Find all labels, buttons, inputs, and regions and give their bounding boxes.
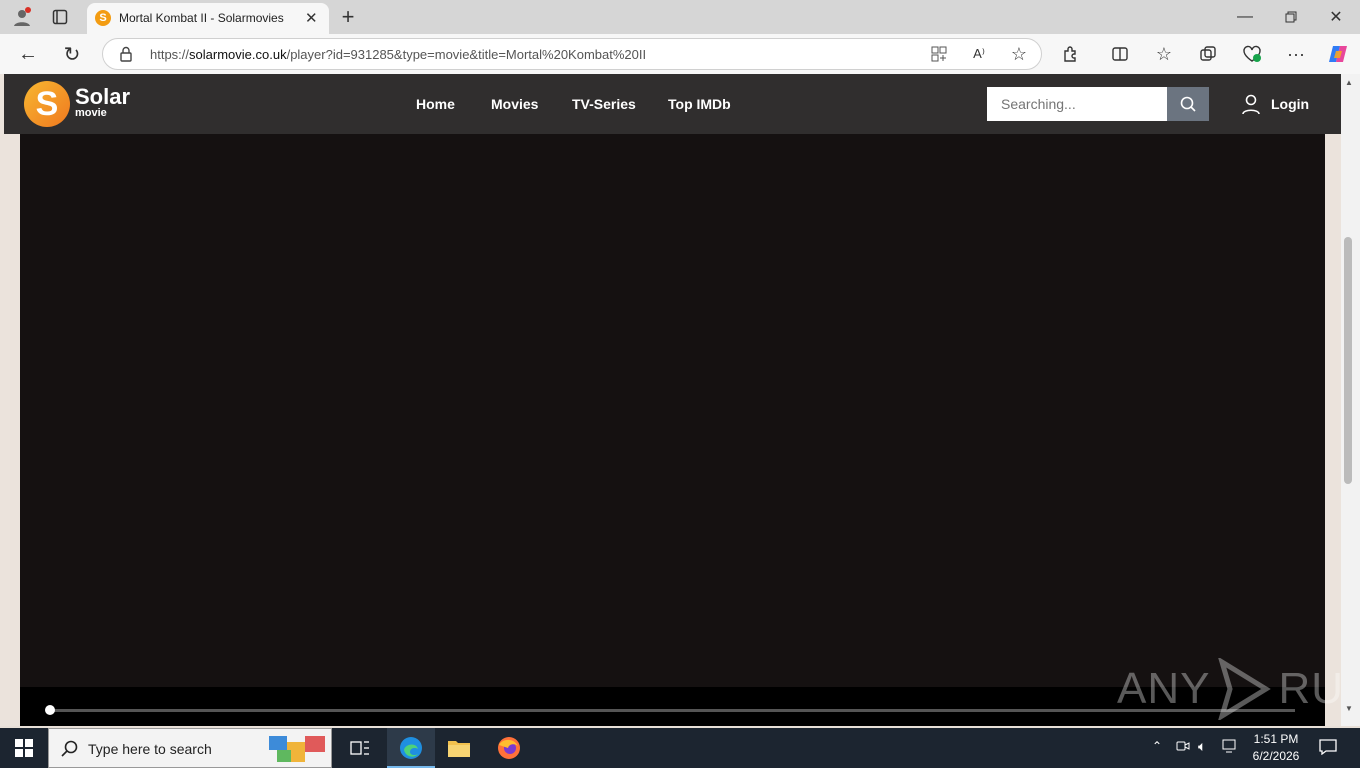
app-available-icon[interactable]: [925, 40, 953, 68]
nav-top-imdb-link[interactable]: Top IMDb: [668, 96, 731, 112]
user-icon: [1242, 94, 1260, 115]
address-bar[interactable]: https://solarmovie.co.uk/player?id=93128…: [102, 38, 1042, 70]
clock-time: 1:51 PM: [1253, 732, 1299, 746]
logo-name[interactable]: Solar: [75, 86, 130, 108]
browser-essentials-icon[interactable]: [1238, 40, 1266, 68]
search-icon: [1180, 96, 1196, 112]
anyrun-watermark: ANY RUN: [1117, 657, 1341, 721]
volume-icon[interactable]: 🔈︎: [1198, 738, 1206, 755]
windows-taskbar: Type here to search ⌃ 🔈︎ 1:51 PM 6/2/202…: [0, 728, 1360, 768]
site-search-button[interactable]: [1167, 87, 1209, 121]
favorites-icon[interactable]: ☆: [1150, 40, 1178, 68]
logo-subtitle: movie: [75, 107, 107, 119]
restore-icon[interactable]: [1277, 3, 1305, 31]
back-icon[interactable]: ←: [14, 40, 42, 68]
page-scrollbar[interactable]: ▲ ▼: [1341, 74, 1360, 726]
clock-date: 6/2/2026: [1252, 749, 1300, 763]
taskbar-edge-button[interactable]: [387, 728, 435, 768]
browser-toolbar: ← ↻ https://solarmovie.co.uk/player?id=9…: [0, 34, 1360, 74]
new-tab-icon[interactable]: +: [334, 3, 362, 31]
site-header: S Solar movie Home Movies TV-Series Top …: [4, 74, 1341, 134]
tab-actions-icon[interactable]: [46, 3, 74, 31]
taskbar-search-box[interactable]: Type here to search: [48, 728, 332, 768]
progress-knob[interactable]: [45, 705, 55, 715]
tab-title: Mortal Kombat II - Solarmovies: [119, 11, 284, 25]
close-window-icon[interactable]: ✕: [1322, 3, 1350, 31]
more-menu-icon[interactable]: ···: [1282, 40, 1310, 68]
scroll-down-icon[interactable]: ▼: [1345, 704, 1353, 713]
windows-start-icon[interactable]: [10, 734, 38, 762]
network-icon[interactable]: [1222, 739, 1238, 756]
logo-letter: S: [35, 85, 59, 123]
site-logo-badge[interactable]: S: [24, 81, 70, 127]
lock-icon[interactable]: [119, 46, 133, 62]
favorite-star-icon[interactable]: ☆: [1005, 40, 1033, 68]
taskbar-search-placeholder: Type here to search: [88, 741, 212, 757]
notifications-icon[interactable]: [1319, 739, 1337, 758]
puzzle-highlight-icon: [269, 736, 325, 762]
read-aloud-icon[interactable]: A⁾: [965, 40, 993, 68]
scroll-up-icon[interactable]: ▲: [1345, 78, 1353, 87]
browser-tab-strip: S Mortal Kombat II - Solarmovies ✕ + — ✕: [0, 0, 1360, 34]
tab-close-icon[interactable]: ✕: [305, 9, 318, 27]
play-logo-icon: [1218, 658, 1272, 720]
taskbar-search-icon: [61, 740, 78, 757]
minimize-icon[interactable]: —: [1231, 3, 1259, 31]
progress-bar[interactable]: [45, 705, 1295, 715]
file-explorer-icon[interactable]: [445, 734, 473, 762]
collections-icon[interactable]: [1194, 40, 1222, 68]
watermark-right-text: RUN: [1278, 664, 1341, 713]
nav-home-link[interactable]: Home: [416, 96, 455, 112]
clock[interactable]: 1:51 PM 6/2/2026: [1248, 732, 1304, 763]
profile-icon[interactable]: [8, 3, 36, 31]
refresh-icon[interactable]: ↻: [58, 40, 86, 68]
url-text[interactable]: https://solarmovie.co.uk/player?id=93128…: [150, 47, 646, 62]
page-viewport: S Solar movie Home Movies TV-Series Top …: [0, 74, 1341, 726]
task-view-icon[interactable]: [346, 734, 374, 762]
firefox-icon[interactable]: [495, 734, 523, 762]
extensions-icon[interactable]: [1057, 40, 1085, 68]
nav-tv-series-link[interactable]: TV-Series: [572, 96, 636, 112]
login-button[interactable]: Login: [1241, 93, 1309, 115]
split-screen-icon[interactable]: [1106, 40, 1134, 68]
edge-icon: [400, 737, 422, 759]
site-favicon-icon: S: [95, 10, 111, 26]
scrollbar-thumb[interactable]: [1344, 237, 1352, 484]
video-player[interactable]: [20, 134, 1325, 726]
tab-active[interactable]: S Mortal Kombat II - Solarmovies ✕: [87, 3, 329, 34]
nav-movies-link[interactable]: Movies: [491, 96, 538, 112]
login-label: Login: [1271, 96, 1310, 112]
watermark-left-text: ANY: [1117, 664, 1211, 713]
copilot-icon[interactable]: [1324, 40, 1352, 68]
tray-chevron-icon[interactable]: ⌃: [1152, 739, 1162, 753]
site-search-input[interactable]: [987, 87, 1167, 121]
meet-now-icon[interactable]: [1176, 739, 1190, 756]
